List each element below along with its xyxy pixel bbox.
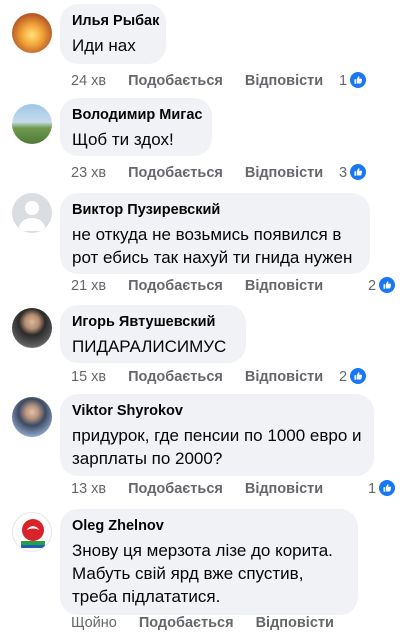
comment-author[interactable]: Володимир Мигас [72,106,202,124]
like-button[interactable]: Подобається [128,278,223,294]
comment-text: Иди нах [72,36,136,55]
reaction-number: 1 [339,73,348,89]
comment-text: Знову ця мерзота лізе до корита. Мабуть … [72,541,333,606]
comment-text: придурок, где пенсии по 1000 евро и зарп… [72,426,362,468]
like-icon [350,164,367,180]
avatar[interactable] [12,512,52,552]
comment-bubble: Володимир Мигас Щоб ти здох! [60,98,212,156]
comment-bubble: Oleg Zhelnov Знову ця мерзота лізе до ко… [60,509,358,615]
reaction-count[interactable]: 3 [339,164,367,182]
reaction-count[interactable]: 1 [339,72,367,90]
reply-button[interactable]: Відповісти [256,615,334,631]
comment-bubble: Илья Рыбак Иди нах [60,4,166,64]
reply-button[interactable]: Відповісти [245,369,323,385]
comment-author[interactable]: Viktor Shyrokov [72,402,362,420]
comment-text: ПИДАРАЛИСИМУС [72,337,227,356]
comment-actions: Щойно Подобається Відповісти [71,614,356,632]
comment-actions: 24 хв Подобається Відповісти [71,72,345,90]
like-icon [350,72,367,88]
avatar[interactable] [12,13,52,53]
reply-button[interactable]: Відповісти [245,73,323,89]
comment-actions: 15 хв Подобається Відповісти [71,368,345,386]
comment-time[interactable]: 21 хв [71,278,106,294]
comment-actions: 13 хв Подобається Відповісти [71,480,345,498]
reaction-number: 1 [368,481,377,497]
comment-author[interactable]: Игорь Явтушевский [72,313,234,331]
comment-bubble: Игорь Явтушевский ПИДАРАЛИСИМУС [60,305,246,363]
comment-author[interactable]: Oleg Zhelnov [72,517,346,535]
comment-time[interactable]: 24 хв [71,73,106,89]
like-button[interactable]: Подобається [128,481,223,497]
reaction-number: 2 [368,278,377,294]
default-avatar-icon[interactable] [12,193,52,233]
reaction-count[interactable]: 1 [368,480,396,498]
avatar[interactable] [12,308,52,348]
reaction-number: 3 [339,165,348,181]
like-button[interactable]: Подобається [128,73,223,89]
like-icon [350,368,367,384]
comment-time[interactable]: Щойно [71,615,117,631]
like-icon [379,480,396,496]
comment-text: Щоб ти здох! [72,130,174,149]
reaction-number: 2 [339,369,348,385]
comment-text: не откуда не возьмись появился в рот еби… [72,225,353,267]
like-button[interactable]: Подобається [139,615,234,631]
comment-bubble: Viktor Shyrokov придурок, где пенсии по … [60,394,374,476]
like-icon [379,277,396,293]
comment-author[interactable]: Илья Рыбак [72,12,159,30]
reply-button[interactable]: Відповісти [245,481,323,497]
avatar[interactable] [12,104,52,144]
reply-button[interactable]: Відповісти [245,278,323,294]
reaction-count[interactable]: 2 [368,277,396,295]
comment-bubble: Виктор Пузиревский не откуда не возьмись… [60,193,370,274]
comment-actions: 21 хв Подобається Відповісти [71,277,345,295]
comment-time[interactable]: 13 хв [71,481,106,497]
reaction-count[interactable]: 2 [339,368,367,386]
comment-author[interactable]: Виктор Пузиревский [72,201,358,219]
like-button[interactable]: Подобається [128,369,223,385]
comment-time[interactable]: 15 хв [71,369,106,385]
comment-actions: 23 хв Подобається Відповісти [71,164,345,182]
avatar[interactable] [12,397,52,437]
reply-button[interactable]: Відповісти [245,165,323,181]
comment-time[interactable]: 23 хв [71,165,106,181]
like-button[interactable]: Подобається [128,165,223,181]
